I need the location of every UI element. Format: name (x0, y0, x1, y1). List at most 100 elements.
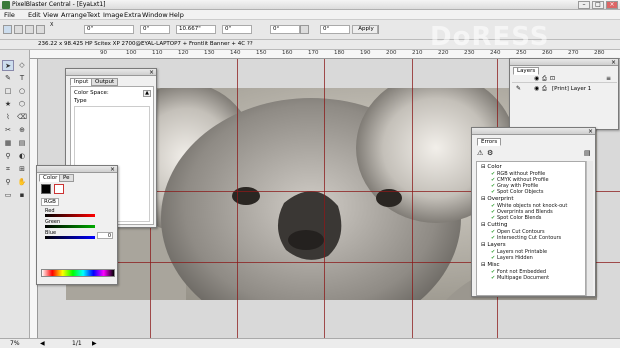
panel-titlebar[interactable]: × (37, 166, 117, 173)
menu-window[interactable]: Window (142, 11, 168, 19)
close-icon[interactable]: × (149, 69, 154, 76)
minimize-button[interactable]: – (578, 1, 590, 9)
error-group-cutting[interactable]: ⊟ Cutting (481, 222, 508, 228)
select-mode-icon[interactable] (3, 25, 12, 34)
menu-help[interactable]: Help (169, 11, 184, 19)
menu-arrange[interactable]: Arrange (61, 11, 87, 19)
close-icon[interactable]: × (588, 128, 593, 135)
knife-tool-icon[interactable]: ✂ (2, 125, 14, 136)
error-group-color[interactable]: ⊟ Color (481, 164, 502, 170)
close-button[interactable]: × (606, 1, 618, 9)
menu-edit[interactable]: Edit (28, 11, 41, 19)
polygon-tool-icon[interactable]: ⬡ (16, 99, 28, 110)
tab-output[interactable]: Output (91, 78, 119, 86)
eyedropper-tool-icon[interactable]: ⚲ (2, 151, 14, 162)
rectangle-tool-icon[interactable]: □ (2, 86, 14, 97)
skew-field[interactable]: 0° (320, 25, 350, 34)
measure-tool-icon[interactable]: ⊞ (16, 164, 28, 175)
node-icon[interactable] (36, 25, 45, 34)
width-field[interactable]: 10.667" (176, 25, 216, 34)
error-group-overprint[interactable]: ⊟ Overprint (481, 196, 514, 202)
rotation-field[interactable]: 0° (270, 25, 300, 34)
error-group-label: Misc (487, 262, 500, 268)
guide-vertical[interactable] (150, 225, 151, 338)
color-mode-select[interactable]: RGB (41, 198, 59, 206)
panel-menu-icon[interactable]: ≡ (606, 75, 611, 82)
guide-vertical[interactable] (237, 59, 238, 338)
pen-tool-icon[interactable]: ✎ (2, 73, 14, 84)
guide-vertical[interactable] (412, 59, 413, 338)
error-filter-icon[interactable]: ⚠ (477, 149, 483, 157)
blue-value-field[interactable]: 0 (97, 232, 113, 239)
eye-icon[interactable]: ◉ (534, 85, 539, 92)
weld-tool-icon[interactable]: ⊕ (16, 125, 28, 136)
height-field[interactable]: 0" (222, 25, 252, 34)
star-tool-icon[interactable]: ★ (2, 99, 14, 110)
next-page-icon[interactable]: ▶ (92, 340, 97, 347)
brush-tool-icon[interactable]: ⌇ (2, 112, 14, 123)
type-label: Type (74, 98, 87, 104)
stroke-color-swatch[interactable] (54, 184, 64, 194)
gradient-tool-icon[interactable]: ▤ (16, 138, 28, 149)
pen-icon[interactable] (14, 25, 23, 34)
menu-view[interactable]: View (43, 11, 58, 19)
blue-slider[interactable] (45, 236, 95, 239)
close-icon[interactable]: × (611, 59, 616, 66)
app-icon (2, 1, 10, 9)
close-icon[interactable]: × (110, 166, 115, 173)
maximize-button[interactable]: □ (592, 1, 604, 9)
eraser-tool-icon[interactable]: ⌫ (16, 112, 28, 123)
error-check-item[interactable]: ✔ Multipage Document (491, 275, 549, 281)
menu-text[interactable]: Text (87, 11, 100, 19)
errors-panel: × Errors ⚠ ⚙ ▤ ⊟ Color ✔ RGB without Prof… (471, 127, 596, 297)
node-tool-icon[interactable]: ◇ (16, 60, 28, 71)
hand-tool-icon[interactable]: ✋ (16, 177, 28, 188)
error-check-item[interactable]: ✔ Spot Color Objects (491, 189, 543, 195)
page-indicator: 1/1 (72, 340, 82, 347)
outline-tool-icon[interactable]: ▭ (2, 190, 14, 201)
tab-errors[interactable]: Errors (477, 138, 502, 146)
fill-color-swatch[interactable] (41, 184, 51, 194)
panel-titlebar[interactable]: × (472, 128, 595, 135)
red-slider[interactable] (45, 214, 95, 217)
panel-titlebar[interactable]: × (66, 69, 156, 76)
panel-titlebar[interactable]: × (510, 59, 618, 66)
text-tool-icon[interactable]: T (16, 73, 28, 84)
fill-tool-icon[interactable]: ▦ (2, 138, 14, 149)
color-space-menu-icon[interactable]: ▲ (143, 90, 151, 97)
pointer-tool-icon[interactable]: ➤ (2, 60, 14, 71)
error-check-item[interactable]: ✔ Layers Hidden (491, 255, 533, 261)
print-icon[interactable]: ⎙ (542, 85, 547, 93)
tab-layers[interactable]: Layers (513, 67, 540, 75)
ruler-tick-label: 200 (386, 50, 397, 56)
menu-extra[interactable]: Extra (124, 11, 141, 19)
zoom-tool-icon[interactable]: ⚲ (2, 177, 14, 188)
zoom-level[interactable]: 7% (10, 340, 20, 347)
ellipse-tool-icon[interactable]: ○ (16, 86, 28, 97)
crop-tool-icon[interactable]: ⌗ (2, 164, 14, 175)
lock-ratio-icon[interactable] (300, 25, 309, 34)
tab-pen[interactable]: Pe (59, 174, 74, 182)
apply-button[interactable]: Apply (352, 25, 378, 34)
color-tool-icon[interactable]: ▪ (16, 190, 28, 201)
error-group-layers[interactable]: ⊟ Layers (481, 242, 506, 248)
error-check-item[interactable]: ✔ Spot Color Blends (491, 215, 541, 221)
error-check-item[interactable]: ✔ Intersecting Cut Contours (491, 235, 561, 241)
transparency-tool-icon[interactable]: ◐ (16, 151, 28, 162)
x-position-field[interactable]: 0" (84, 25, 134, 34)
error-tools-icon[interactable]: ⚙ (487, 149, 493, 157)
tab-input[interactable]: Input (70, 78, 93, 86)
brush-icon[interactable] (25, 25, 34, 34)
menu-file[interactable]: File (4, 11, 15, 19)
ruler-tick-label: 110 (152, 50, 163, 56)
first-page-icon[interactable]: ◀ (40, 340, 45, 347)
error-group-misc[interactable]: ⊟ Misc (481, 262, 500, 268)
guide-vertical[interactable] (324, 59, 325, 338)
menu-image[interactable]: Image (103, 11, 123, 19)
panel-menu-icon[interactable]: ▤ (584, 149, 591, 157)
errors-scrollbar[interactable] (586, 161, 593, 296)
y-position-field[interactable]: 0" (140, 25, 170, 34)
layer-row[interactable]: ✎ ◉ ⎙ [Print] Layer 1 (512, 85, 617, 94)
color-spectrum[interactable] (41, 269, 115, 277)
green-slider[interactable] (45, 225, 95, 228)
